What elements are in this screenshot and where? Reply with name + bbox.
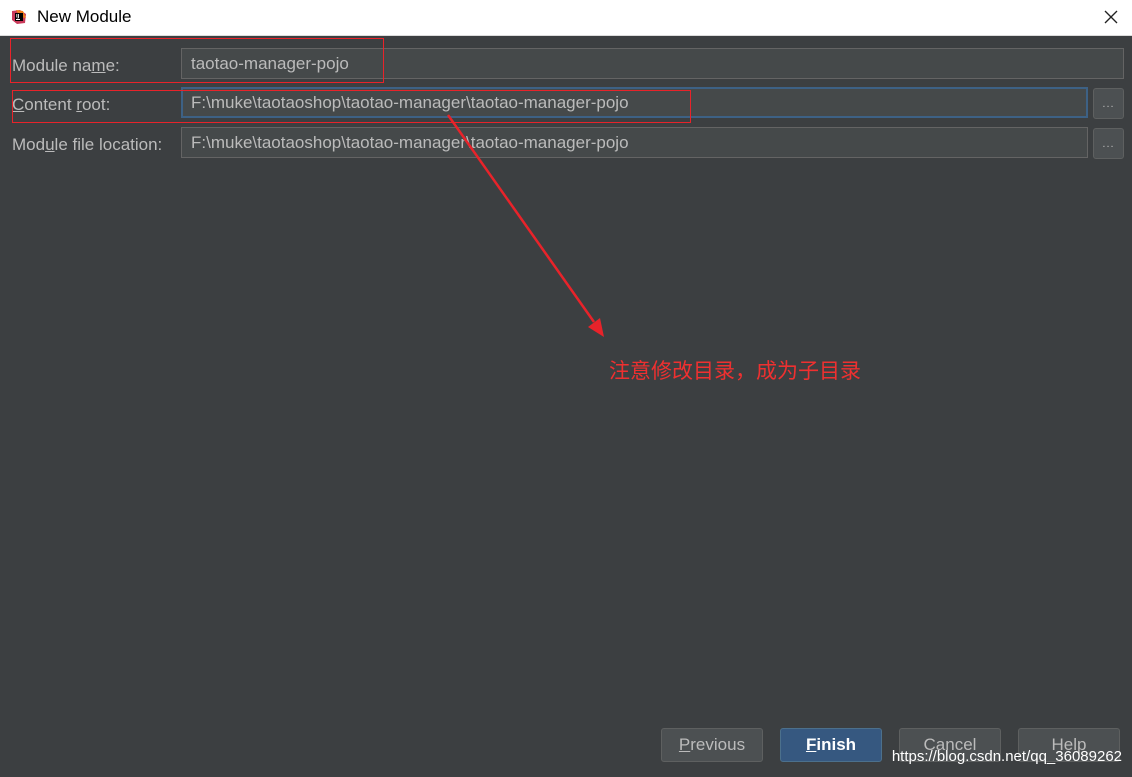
ellipsis-icon: ... [1102, 137, 1115, 150]
intellij-logo-icon: IJ [12, 10, 26, 24]
content-root-browse-button[interactable]: ... [1093, 88, 1124, 119]
ellipsis-icon: ... [1102, 97, 1115, 110]
module-file-location-label: Module file location: [12, 135, 163, 154]
window-title: New Module [37, 7, 132, 26]
finish-button[interactable]: Finish [780, 728, 882, 762]
module-name-input[interactable] [181, 48, 1124, 79]
annotation-text: 注意修改目录，成为子目录 [609, 359, 861, 383]
title-bar: IJ New Module [0, 0, 1132, 36]
close-button[interactable] [1098, 4, 1124, 30]
svg-text:IJ: IJ [16, 14, 20, 20]
previous-button[interactable]: Previous [661, 728, 763, 762]
content-root-label: Content root: [12, 95, 111, 114]
dialog-content: Module name: Content root: ... Module fi… [0, 36, 1132, 777]
content-root-input[interactable] [181, 87, 1088, 118]
module-file-location-browse-button[interactable]: ... [1093, 128, 1124, 159]
close-icon [1104, 10, 1118, 24]
module-name-label: Module name: [12, 56, 120, 75]
module-file-location-input[interactable] [181, 127, 1088, 158]
watermark: https://blog.csdn.net/qq_36089262 [891, 748, 1122, 765]
